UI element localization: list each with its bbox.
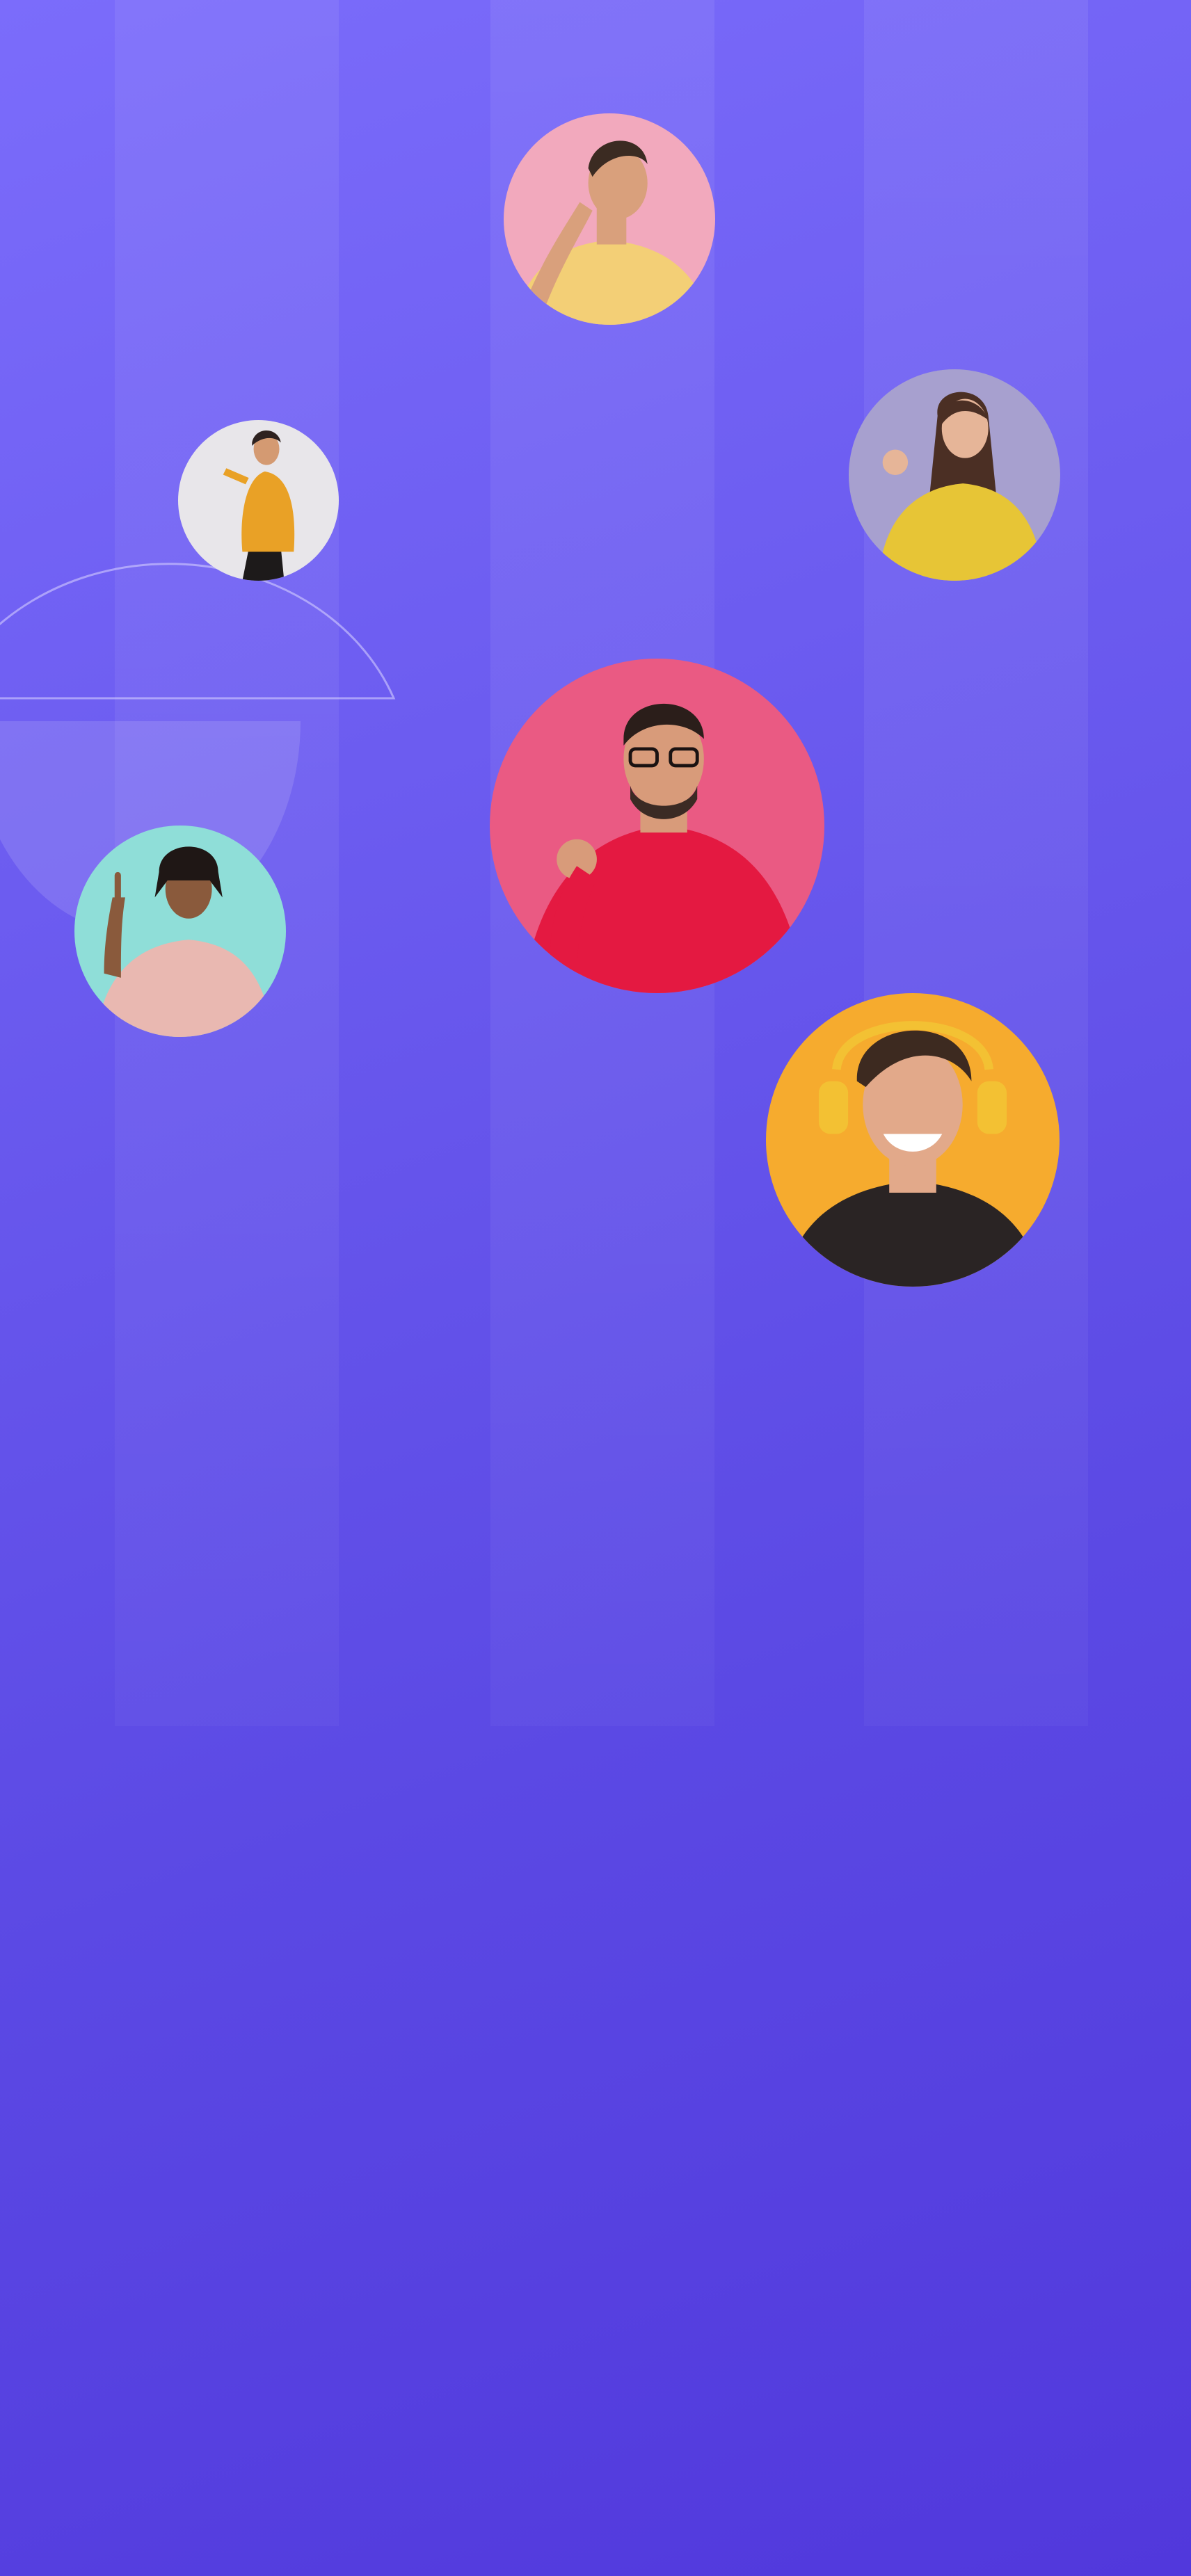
person-photo-icon	[74, 826, 286, 1037]
decor-outline-half-circle	[0, 563, 396, 700]
avatar-yellow-sweater-woman	[849, 369, 1060, 581]
avatar-headphones-man	[766, 993, 1060, 1287]
avatar-red-sweater-man	[490, 659, 824, 993]
person-photo-icon	[490, 659, 824, 993]
person-photo-icon	[178, 420, 339, 581]
avatar-yellow-tee-man	[504, 113, 715, 325]
person-photo-icon	[849, 369, 1060, 581]
avatar-orange-sweater-man	[178, 420, 339, 581]
person-photo-icon	[766, 993, 1060, 1287]
person-photo-icon	[504, 113, 715, 325]
avatar-pink-hoodie-man	[74, 826, 286, 1037]
